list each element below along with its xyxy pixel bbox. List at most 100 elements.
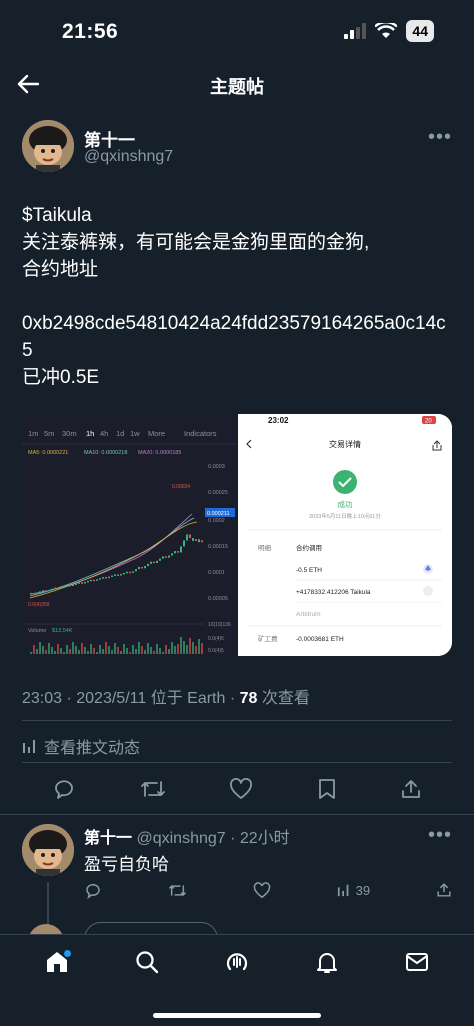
tab-spaces[interactable] — [217, 942, 257, 982]
volume-bar — [33, 645, 35, 654]
ma-label: MA5: 0.0000221 — [28, 450, 68, 456]
status-icons: 44 — [344, 20, 434, 42]
token-in: +4178332.412206 Taikula — [296, 589, 371, 596]
volume-bar — [111, 650, 113, 654]
divider — [22, 762, 452, 763]
post-timestamp: 23:03 · 2023/5/11 位于 Earth · — [22, 690, 240, 707]
volume-bar — [192, 642, 194, 654]
battery-level: 44 — [406, 20, 434, 42]
reply-more-button[interactable]: ••• — [428, 824, 452, 847]
post-line: 0xb2498cde54810424a24fdd23579164265a0c14… — [22, 313, 446, 361]
volume-value: $13.54K — [52, 628, 73, 634]
detail-title: 交易详情 — [329, 439, 361, 449]
volume-bar — [186, 645, 188, 654]
detail-label: 明细 — [258, 543, 272, 552]
volume-bar — [141, 646, 143, 654]
tx-date: 2023年5月11日晚上10点51分 — [309, 512, 381, 520]
candle — [174, 551, 176, 554]
volume-bar — [117, 647, 119, 654]
candle — [132, 571, 134, 573]
reply-like-button[interactable] — [253, 881, 271, 899]
volume-bar — [156, 644, 158, 654]
ma-label: MA20: 0.0000185 — [138, 450, 181, 456]
volume-bar — [132, 645, 134, 654]
avatar[interactable] — [22, 120, 74, 172]
candle — [162, 556, 164, 559]
status-bar: 21:56 44 — [0, 0, 474, 60]
chart-screenshot[interactable]: 1m 5m 30m 1h 4h 1d 1w More Indicators MA… — [22, 414, 236, 656]
tab-notifications[interactable] — [307, 942, 347, 982]
more-options-button[interactable]: ••• — [428, 126, 452, 149]
candle — [114, 574, 116, 576]
share-icon[interactable] — [400, 778, 422, 800]
candle — [105, 577, 107, 579]
volume-bar — [168, 649, 170, 654]
avatar-image — [22, 120, 74, 172]
candle — [120, 573, 122, 576]
candle — [144, 566, 146, 569]
transaction-screenshot[interactable]: 23:02 20 交易详情 成功 2023年5月11日晚上10点51分 明细 合… — [238, 414, 452, 656]
volume-bar — [87, 651, 89, 654]
volume-bar — [162, 652, 164, 654]
current-price: 0.000211 — [207, 511, 230, 517]
reply-icon[interactable] — [52, 778, 76, 800]
reply-share-button[interactable] — [436, 882, 452, 898]
tab-search[interactable] — [127, 942, 167, 982]
post-actions — [22, 770, 452, 808]
volume-bar — [51, 647, 53, 654]
candle — [45, 590, 47, 592]
candle — [129, 571, 131, 574]
reply-author-name[interactable]: 第十一 — [84, 830, 132, 847]
volume-bar — [69, 649, 71, 654]
volume-bar — [114, 643, 116, 654]
divider — [0, 814, 474, 815]
author-handle[interactable]: @qxinshng7 — [84, 148, 173, 166]
peak-price: 0.00024 — [172, 484, 190, 490]
reply-retweet-button[interactable] — [168, 882, 187, 899]
share-icon — [437, 883, 451, 897]
timeframe-label: 4h — [100, 429, 108, 438]
transaction-detail: 23:02 20 交易详情 成功 2023年5月11日晚上10点51分 明细 合… — [238, 414, 452, 656]
volume-label: Volume — [28, 628, 46, 634]
volume-bar — [48, 643, 50, 654]
fee-value: -0.0003681 ETH — [296, 636, 344, 643]
status-time: 21:56 — [62, 20, 119, 43]
timeframe-label: 1w — [130, 429, 140, 438]
candle — [156, 560, 158, 563]
avatar[interactable] — [22, 824, 74, 876]
price-tick: 0.00005 — [208, 596, 228, 602]
volume-bar — [120, 651, 122, 654]
candle — [153, 561, 155, 564]
volume-bar — [54, 651, 56, 654]
post-line — [22, 283, 454, 310]
price-tick: 0.00025 — [208, 490, 228, 496]
volume-bar — [177, 644, 179, 654]
candle — [198, 539, 200, 543]
post-line[interactable]: $Taikula — [22, 202, 454, 229]
timeframe-label: 1d — [116, 429, 124, 438]
candle — [147, 563, 149, 567]
avatar-image — [22, 824, 74, 876]
notification-dot — [64, 950, 71, 957]
volume-bar — [165, 645, 167, 654]
retweet-icon[interactable] — [140, 778, 166, 800]
candle — [36, 592, 38, 594]
post-line: 已冲0.5E — [22, 367, 100, 388]
tab-home[interactable] — [37, 942, 77, 982]
post-media[interactable]: 1m 5m 30m 1h 4h 1d 1w More Indicators MA… — [22, 414, 452, 656]
reply-reply-button[interactable] — [84, 882, 102, 899]
reply-author-handle[interactable]: @qxinshng7 — [136, 830, 225, 847]
reply-views-button[interactable]: 39 — [337, 883, 370, 898]
volume-bar — [99, 645, 101, 654]
like-icon[interactable] — [229, 778, 253, 800]
volume-bar — [171, 642, 173, 654]
ma-label: MA10: 0.0000218 — [84, 450, 127, 456]
volume-bar — [201, 643, 203, 654]
search-icon — [136, 951, 159, 974]
tab-messages[interactable] — [397, 942, 437, 982]
candle — [123, 572, 125, 575]
volume-tick: 10(19)136 — [208, 622, 231, 628]
bookmark-icon[interactable] — [317, 778, 337, 800]
analytics-link[interactable]: 查看推文动态 — [22, 734, 140, 758]
candle — [117, 574, 119, 576]
